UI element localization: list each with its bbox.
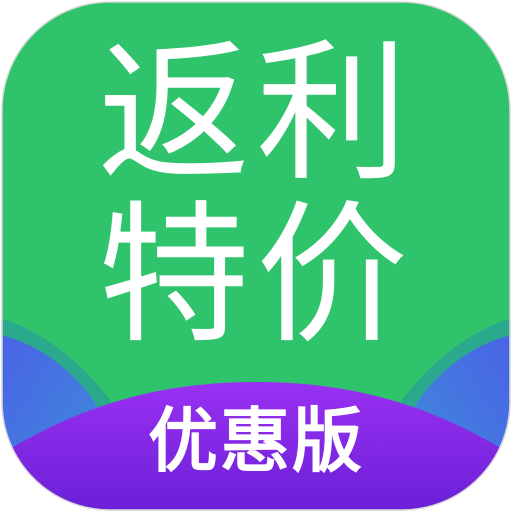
- subtitle-label: 优惠版: [148, 400, 364, 482]
- title-line-1: 返利: [98, 25, 414, 202]
- app-icon[interactable]: 返利 特价 优惠版: [0, 0, 512, 512]
- title-line-2: 特价: [98, 187, 414, 364]
